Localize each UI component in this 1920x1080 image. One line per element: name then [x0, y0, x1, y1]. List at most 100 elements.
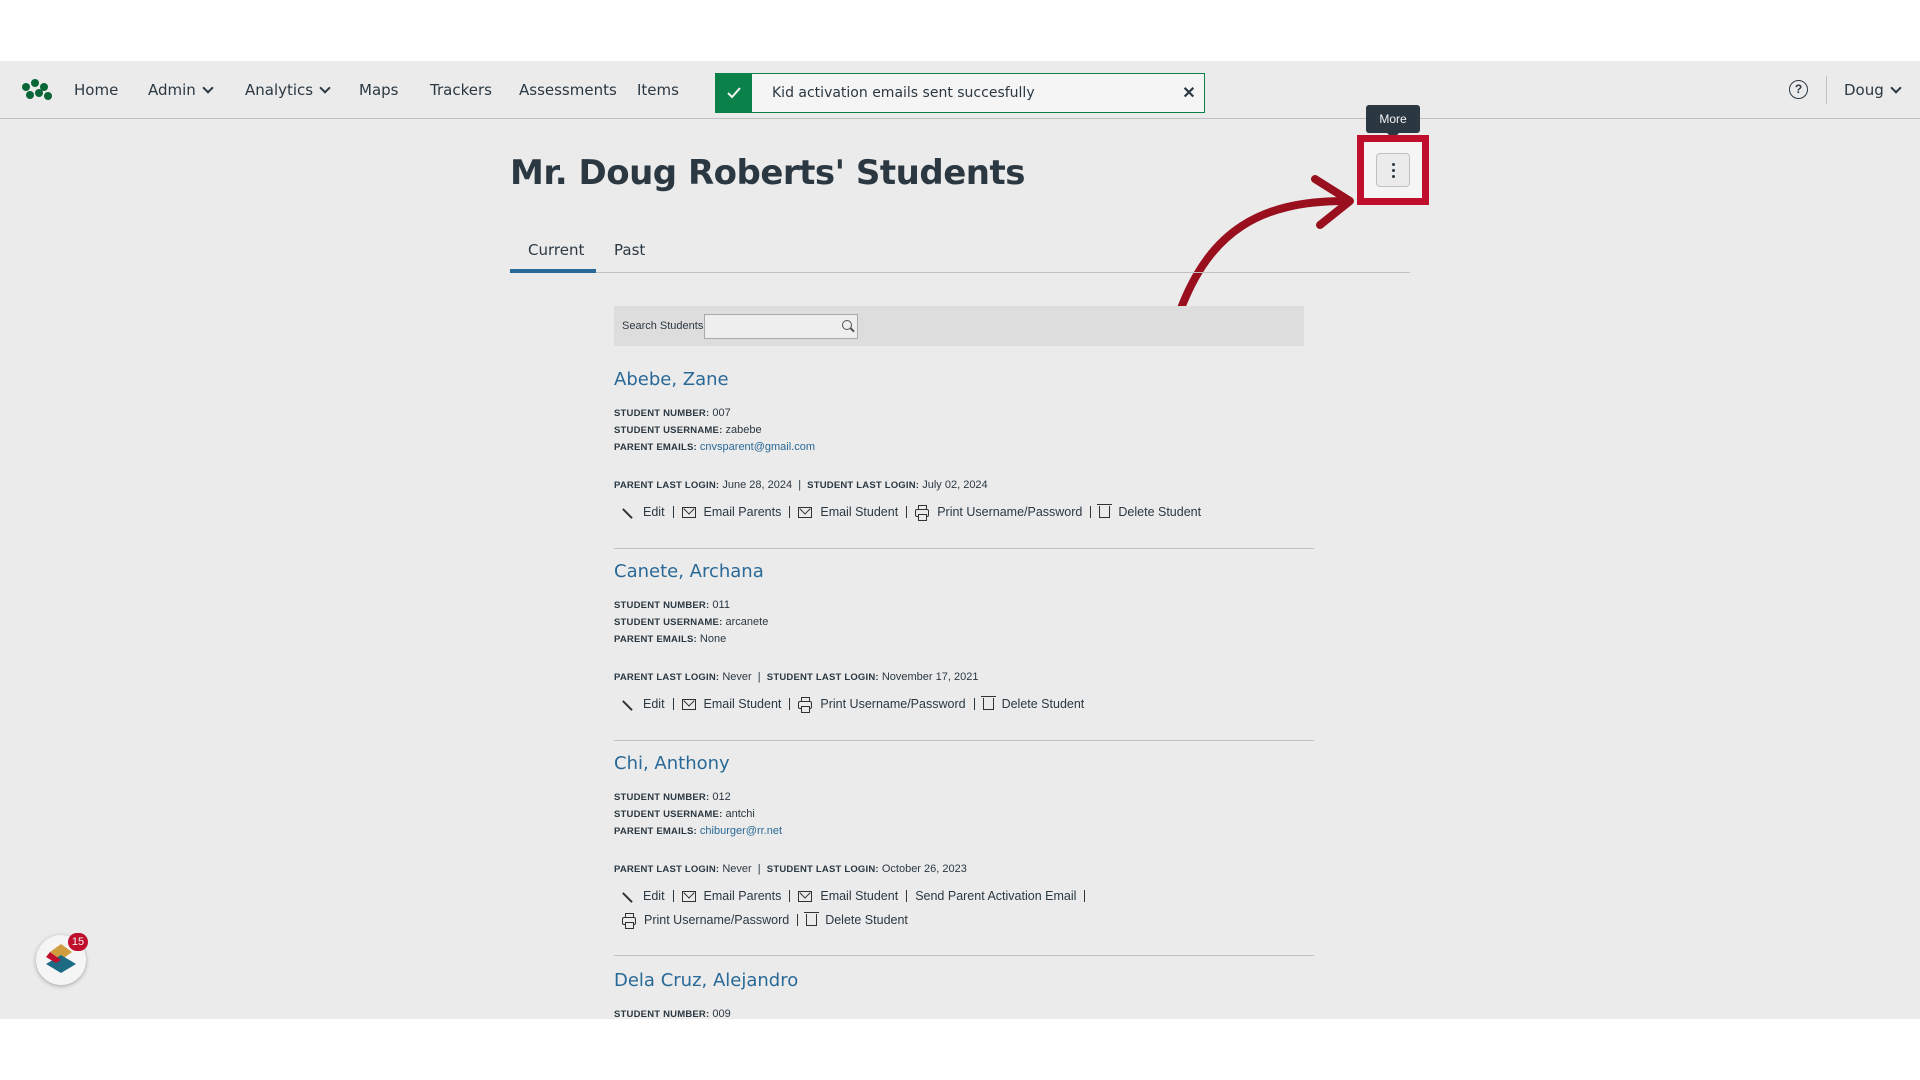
kebab-dot: [1391, 162, 1395, 166]
email-parents-button[interactable]: Email Parents: [674, 889, 790, 903]
action-label: Email Student: [820, 505, 899, 519]
field-value: None: [699, 633, 727, 645]
field-label: STUDENT LAST LOGIN:: [766, 672, 879, 683]
question-circle-icon[interactable]: ?: [1789, 80, 1808, 99]
student-number: STUDENT NUMBER: 011: [614, 597, 1314, 614]
close-icon[interactable]: ✕: [1174, 83, 1204, 103]
field-value: 011: [712, 599, 730, 611]
envelope-icon: [681, 698, 696, 710]
chevron-down-icon: [319, 82, 331, 94]
pointer-arrow-icon: [1176, 175, 1354, 315]
action-label: Edit: [643, 889, 665, 903]
nav-assessments-label: Assessments: [519, 81, 617, 99]
edit-button[interactable]: Edit: [614, 697, 673, 711]
print-credentials-button[interactable]: Print Username/Password: [790, 697, 973, 713]
kebab-dot: [1391, 168, 1395, 172]
field-value: 012: [712, 791, 731, 803]
nav-items[interactable]: Items: [637, 81, 679, 99]
field-value: October 26, 2023: [881, 863, 967, 875]
field-label: PARENT LAST LOGIN:: [614, 672, 720, 683]
print-credentials-button[interactable]: Print Username/Password: [614, 913, 797, 929]
nav-admin[interactable]: Admin: [148, 81, 214, 99]
field-value: Never: [722, 671, 752, 683]
field-label: PARENT LAST LOGIN:: [614, 480, 720, 491]
print-credentials-button[interactable]: Print Username/Password: [907, 505, 1090, 521]
field-label: STUDENT LAST LOGIN:: [807, 480, 920, 491]
more-tooltip: More: [1366, 105, 1420, 139]
field-value: arcanete: [725, 616, 769, 628]
student-name-link[interactable]: Dela Cruz, Alejandro: [614, 970, 1314, 991]
student-name-link[interactable]: Canete, Archana: [614, 561, 1314, 582]
field-label: STUDENT NUMBER:: [614, 408, 710, 419]
kebab-dot: [1391, 174, 1395, 178]
page-title: Mr. Doug Roberts' Students: [510, 153, 1025, 193]
student-number: STUDENT NUMBER: 012: [614, 789, 1314, 806]
field-value: zabebe: [725, 424, 762, 436]
pencil-icon: [622, 889, 635, 903]
student-actions: Edit Email Student Print Username/Passwo…: [614, 696, 1314, 713]
action-label: Delete Student: [825, 913, 908, 927]
envelope-icon: [681, 506, 696, 518]
delete-student-button[interactable]: Delete Student: [975, 696, 1093, 711]
top-navigation: Home Admin Analytics Maps Trackers Asses…: [0, 61, 1920, 119]
field-label: STUDENT USERNAME:: [614, 809, 723, 820]
search-input[interactable]: [704, 314, 858, 339]
delete-student-button[interactable]: Delete Student: [1091, 504, 1209, 519]
action-label: Delete Student: [1118, 505, 1202, 519]
more-options-button[interactable]: [1376, 153, 1410, 187]
user-name: Doug: [1844, 81, 1884, 99]
student-actions: Edit Email Parents Email Student Print U…: [614, 504, 1314, 521]
delete-student-button[interactable]: Delete Student: [798, 912, 916, 927]
parent-emails: PARENT EMAILS: cnvsparent@gmail.com: [614, 439, 1314, 456]
nav-maps[interactable]: Maps: [359, 81, 398, 99]
printer-icon: [915, 505, 930, 521]
parent-email-link[interactable]: chiburger@rr.net: [700, 825, 782, 837]
edit-button[interactable]: Edit: [614, 505, 673, 519]
app-logo-icon[interactable]: [22, 79, 56, 101]
student-username: STUDENT USERNAME: arcanete: [614, 614, 1314, 631]
student-record: Canete, Archana STUDENT NUMBER: 011 STUD…: [614, 561, 1314, 713]
tab-past[interactable]: Past: [614, 241, 645, 259]
nav-items-label: Items: [637, 81, 679, 99]
field-value: June 28, 2024: [722, 479, 793, 491]
envelope-icon: [681, 890, 696, 902]
action-label: Edit: [643, 505, 665, 519]
nav-home[interactable]: Home: [74, 81, 118, 99]
nav-maps-label: Maps: [359, 81, 399, 99]
user-menu[interactable]: Doug: [1844, 81, 1902, 99]
envelope-icon: [798, 506, 813, 518]
send-parent-activation-button[interactable]: Send Parent Activation Email: [907, 889, 1084, 903]
field-label: PARENT EMAILS:: [614, 442, 697, 453]
email-student-button[interactable]: Email Student: [674, 697, 790, 711]
student-tabs: Current Past: [510, 229, 1410, 273]
search-icon[interactable]: [842, 320, 852, 330]
student-record: Dela Cruz, Alejandro STUDENT NUMBER: 009: [614, 970, 1314, 1019]
nav-analytics[interactable]: Analytics: [245, 81, 331, 99]
field-value: 009: [712, 1008, 731, 1019]
parent-emails: PARENT EMAILS: chiburger@rr.net: [614, 823, 1314, 840]
nav-home-label: Home: [74, 81, 119, 99]
email-parents-button[interactable]: Email Parents: [674, 505, 790, 519]
action-label: Delete Student: [1001, 697, 1085, 711]
email-student-button[interactable]: Email Student: [790, 505, 906, 519]
edit-button[interactable]: Edit: [614, 889, 673, 903]
nav-trackers[interactable]: Trackers: [430, 81, 492, 99]
email-student-button[interactable]: Email Student: [790, 889, 906, 903]
parent-email-link[interactable]: cnvsparent@gmail.com: [700, 441, 815, 453]
student-actions: Edit Email Parents Email Student Send Pa…: [614, 889, 1174, 929]
field-value: 007: [712, 407, 731, 419]
success-toast: Kid activation emails sent succesfully ✕: [715, 73, 1205, 113]
student-name-link[interactable]: Abebe, Zane: [614, 369, 1314, 390]
row-divider: [614, 548, 1314, 549]
tab-current[interactable]: Current: [528, 241, 584, 259]
field-value: Never: [722, 863, 752, 875]
trash-icon: [804, 912, 820, 926]
student-name-link[interactable]: Chi, Anthony: [614, 753, 1314, 774]
nav-divider: [1826, 76, 1827, 104]
app-frame: Home Admin Analytics Maps Trackers Asses…: [0, 61, 1920, 1019]
chevron-down-icon: [1890, 82, 1902, 94]
student-record: Abebe, Zane STUDENT NUMBER: 007 STUDENT …: [614, 369, 1314, 521]
nav-assessments[interactable]: Assessments: [519, 81, 617, 99]
action-label: Edit: [643, 697, 665, 711]
login-info: PARENT LAST LOGIN: June 28, 2024 | STUDE…: [614, 479, 988, 491]
